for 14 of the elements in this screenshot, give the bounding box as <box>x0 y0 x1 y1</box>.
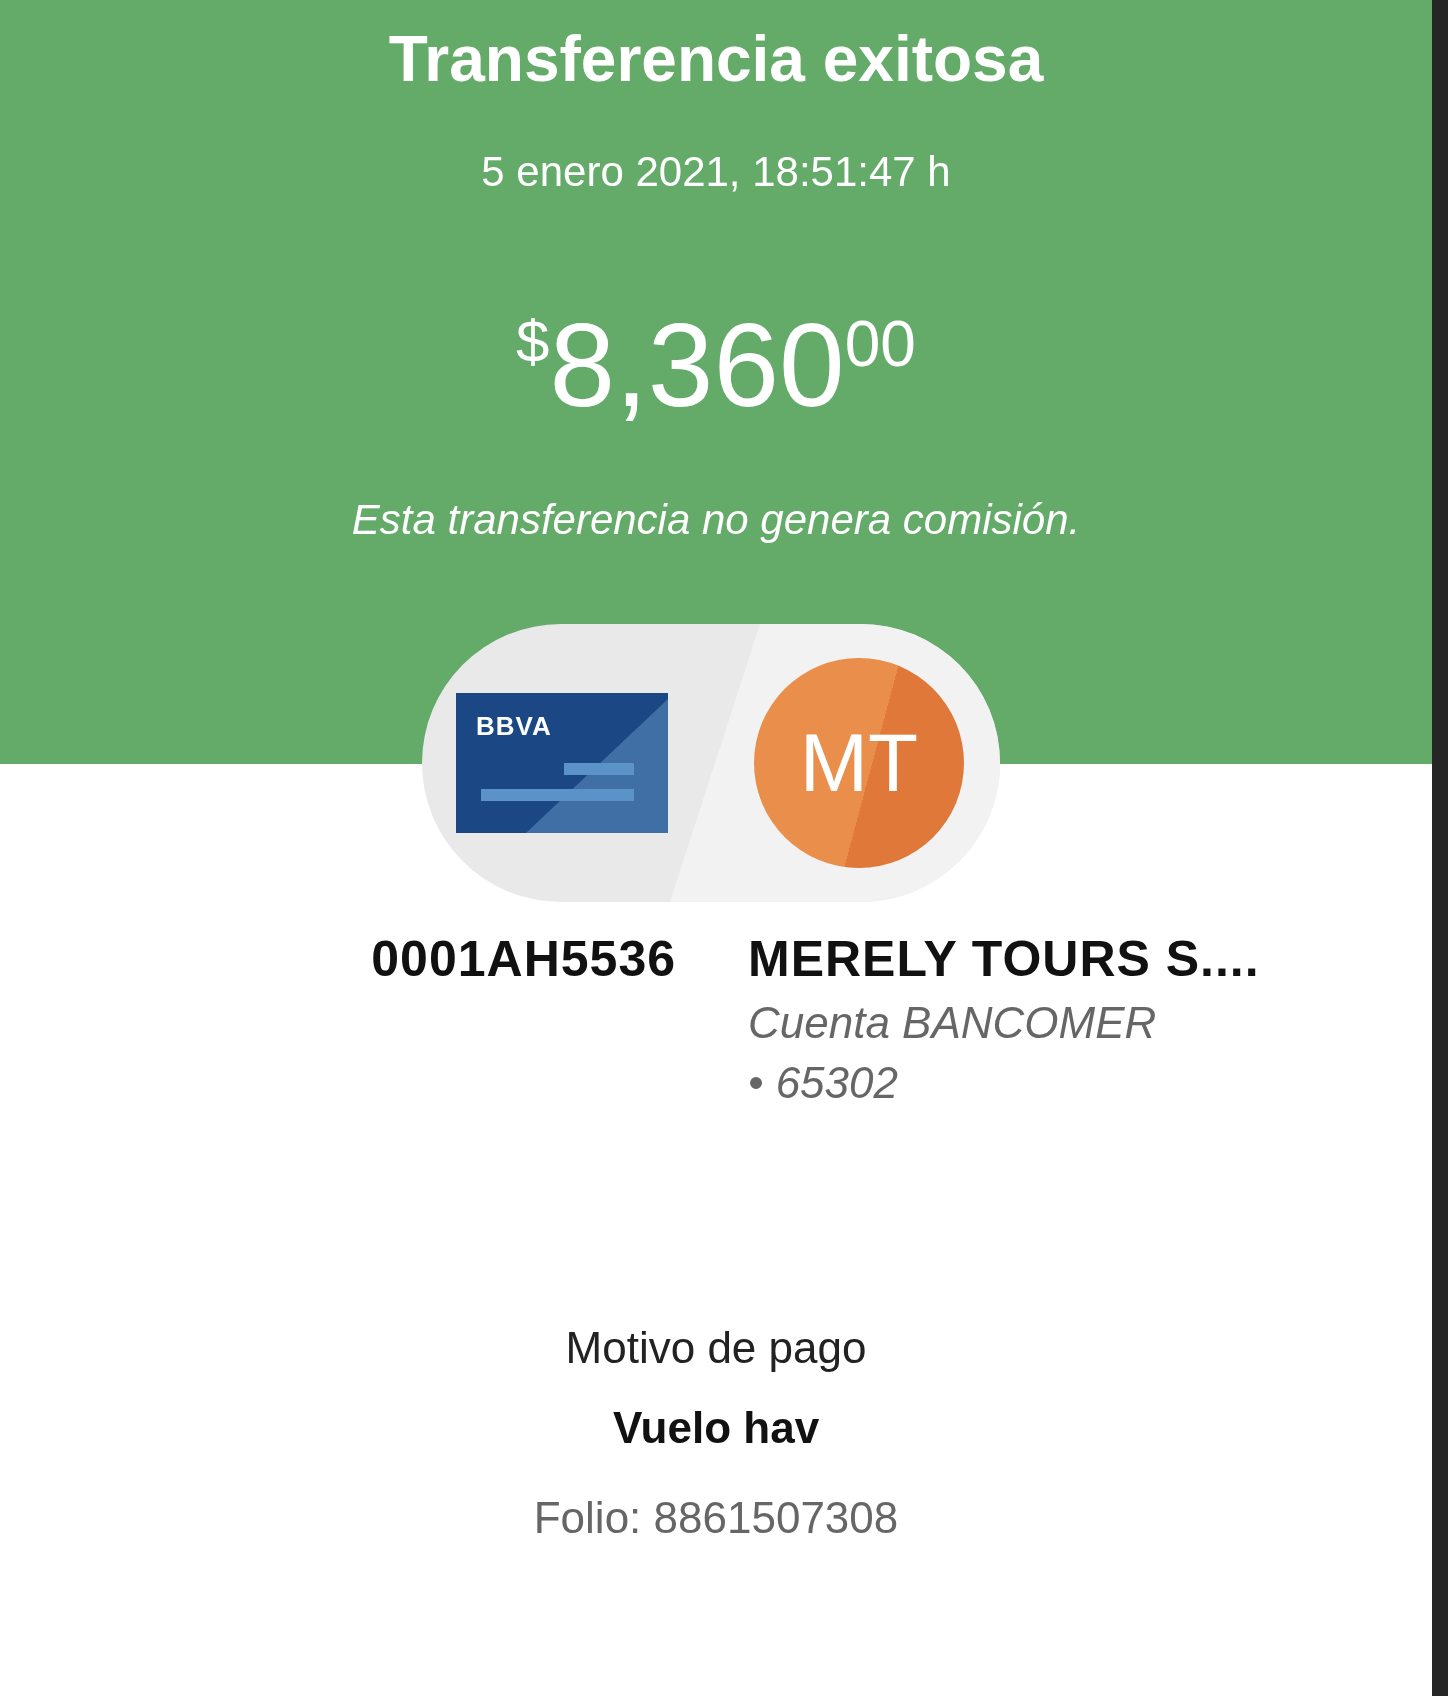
payment-reason: Vuelo hav <box>612 1403 820 1453</box>
amount-value: 8,360 <box>549 306 845 424</box>
bank-logo: BBVA <box>476 711 552 742</box>
payment-reason-label: Motivo de pago <box>565 1323 867 1373</box>
recipient-account: • 65302 <box>748 1058 899 1108</box>
currency-sign: $ <box>516 312 550 372</box>
origin-account: 0001AH5536 <box>371 930 676 989</box>
recipient-name: MERELY TOURS S.... <box>748 930 1260 988</box>
screen-title: Transferencia exitosa <box>388 22 1044 96</box>
folio-number: Folio: 8861507308 <box>533 1493 899 1543</box>
commission-note: Esta transferencia no genera comisión. <box>351 496 1081 544</box>
transfer-date: 5 enero 2021, 18:51:47 h <box>481 148 951 196</box>
recipient-bank: Cuenta BANCOMER <box>748 998 1158 1048</box>
amount-cents: 00 <box>844 312 916 376</box>
